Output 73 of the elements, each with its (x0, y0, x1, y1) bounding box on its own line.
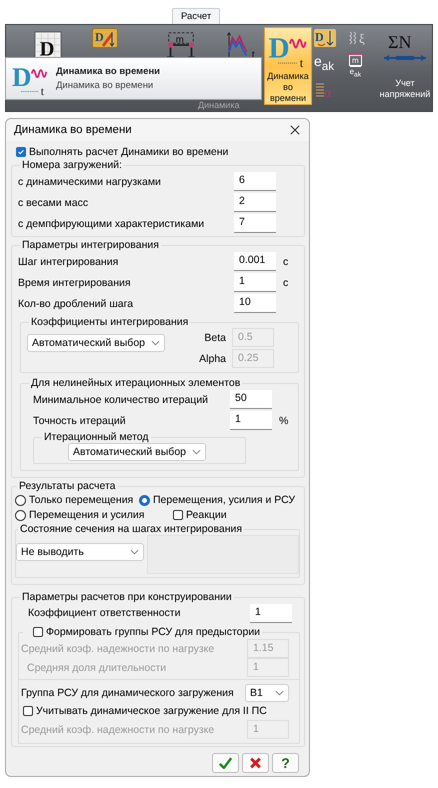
input-field[interactable]: 10 (234, 294, 276, 313)
unit-label: с (283, 256, 288, 268)
group-title: Итерационный метод (43, 431, 150, 443)
checkbox[interactable] (173, 510, 183, 520)
close-icon (249, 757, 262, 769)
chevron-down-icon (151, 340, 160, 346)
radio-label: Только перемещения (29, 494, 134, 506)
field-label: Beta (204, 332, 226, 344)
dropdown[interactable]: B1 (245, 684, 289, 702)
input-field[interactable]: 0.001 (234, 252, 276, 271)
field-label: Точность итераций (33, 414, 127, 426)
field-label: Alpha (199, 352, 226, 364)
input-field[interactable]: 2 (234, 193, 276, 212)
unit-label: % (279, 414, 288, 426)
field-label: с весами масс (18, 196, 90, 208)
close-icon[interactable] (290, 125, 300, 135)
group-title: Параметры расчетов при конструировании (21, 591, 233, 603)
checkbox[interactable] (33, 627, 43, 637)
field-label: Средний коэф. надежности по нагрузке (21, 642, 216, 654)
tooltip-text: Динамика во времени (56, 80, 154, 91)
dropdown[interactable]: Не выводить (16, 543, 144, 561)
ribbon-button[interactable]: e$_{ak}$ (314, 53, 334, 75)
input-field[interactable]: 1 (234, 273, 276, 292)
radio-button[interactable] (15, 494, 26, 506)
field-label: Группа РСУ для динамического загружения (21, 686, 235, 698)
chevron-down-icon (130, 549, 139, 555)
checkbox-label: Формировать группы РСУ для предыстории (46, 626, 260, 638)
field-label: Время интегрирования (18, 276, 132, 288)
group-title: Результаты расчета (18, 480, 117, 492)
group-title: Для нелинейных итерационных элементов (30, 377, 242, 389)
radio-button[interactable] (139, 494, 150, 506)
group-label: Динамика (198, 100, 240, 111)
field-label: Минимальное количество итераций (33, 394, 210, 406)
group-title: Параметры интегрирования (21, 239, 160, 251)
chevron-down-icon (192, 449, 201, 455)
pencil-icon[interactable]: D (92, 28, 118, 48)
dropdown[interactable]: Автоматический выбор (27, 334, 165, 352)
ribbon-tab[interactable]: Расчет (172, 8, 220, 24)
radio-label: Перемещения, усилия и РСУ (153, 494, 296, 506)
input-field[interactable]: 1 (230, 411, 272, 430)
help-button[interactable]: ? (272, 753, 299, 773)
chevron-down-icon (275, 690, 284, 696)
input-field[interactable]: 7 (234, 214, 276, 233)
group-title: Номера загружений: (21, 159, 123, 171)
field-label: с динамическими нагрузками (18, 176, 162, 188)
group-title: Коэффициенты интегрирования (30, 316, 190, 328)
ribbon-button[interactable]: ΣN Учет напряжений (378, 27, 432, 105)
field-label: с демпфирующими характеристиками (18, 218, 206, 230)
checkbox-label: Учитывать динамическое загружение для II ПС (36, 705, 267, 717)
group-title: Состояние сечения на шагах интегрирования (19, 523, 244, 535)
dialog-title: Динамика во времени (14, 124, 132, 136)
checkbox[interactable] (23, 706, 33, 716)
field-label: Коэффициент ответственности (28, 607, 182, 619)
ribbon-button[interactable]: D t Динамика во времени (264, 27, 312, 105)
field-label: Средний коэф. надежности по нагрузке (21, 724, 216, 736)
field-label: Кол-во дроблений шага (18, 298, 134, 310)
check-icon (219, 757, 232, 769)
dropdown[interactable]: Автоматический выбор (68, 443, 206, 461)
field-label: Средняя доля длительности (27, 662, 168, 674)
cancel-button[interactable] (242, 753, 269, 773)
radio-label: Перемещения и усилия (29, 509, 144, 521)
radio-button[interactable] (15, 510, 26, 520)
input-field[interactable]: 1 (250, 604, 292, 622)
input-field[interactable]: 6 (234, 172, 276, 191)
input-field[interactable]: 50 (230, 390, 272, 409)
checkbox-label: Реакции (186, 509, 227, 521)
field-label: Шаг интегрирования (18, 256, 120, 268)
checkbox[interactable] (16, 147, 26, 157)
tooltip-title: Динамика во времени (56, 66, 160, 77)
unit-label: с (283, 276, 288, 288)
checkbox-label: Выполнять расчет Динамики во времени (29, 146, 228, 158)
table-icon[interactable]: D (34, 31, 62, 59)
ok-button[interactable] (212, 753, 239, 773)
